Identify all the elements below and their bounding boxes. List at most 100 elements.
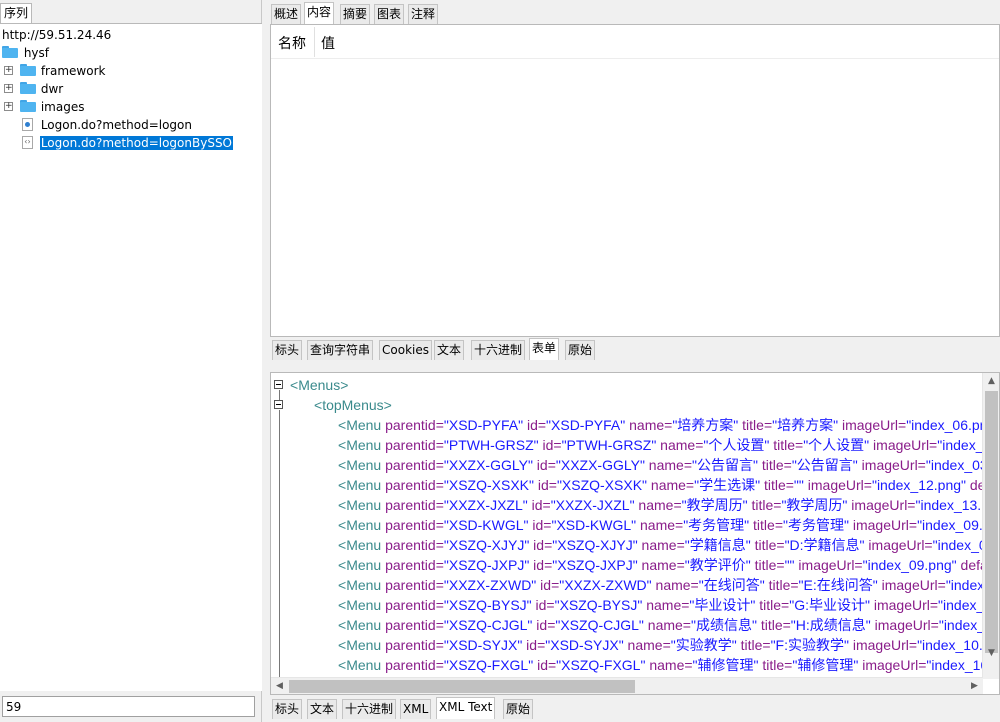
xml-attribute: parentid= [381, 577, 444, 593]
horizontal-scrollbar[interactable]: ◀ ▶ [271, 677, 983, 694]
xml-attribute: imageUrl= [877, 577, 946, 593]
xml-tag: Menu [346, 597, 382, 613]
xml-attribute: imageUrl= [857, 457, 926, 473]
xml-attribute: id= [523, 417, 547, 433]
xml-attribute: imageUrl= [864, 537, 933, 553]
xml-attribute: name= [642, 597, 690, 613]
xml-attribute-value: "在线问答" [698, 577, 765, 593]
xml-attribute: parentid= [381, 477, 444, 493]
xml-attribute-value: "index_13.pn [915, 497, 984, 513]
response-panel: <Menus> <topMenus> <Menu parentid="XSD-P… [270, 372, 1000, 695]
scroll-down-icon[interactable]: ▼ [983, 645, 1000, 662]
xml-attribute-value: "XXZX-GGLY" [443, 457, 533, 473]
host-label: http://59.51.24.46 [2, 28, 112, 42]
tab-request-form[interactable]: 表单 [529, 338, 560, 360]
xml-attribute: name= [625, 417, 673, 433]
xml-attribute-value: "" [793, 477, 804, 493]
xml-attribute: name= [623, 637, 671, 653]
tab-overview[interactable]: 概述 [271, 4, 302, 24]
xml-attribute: imageUrl= [869, 437, 938, 453]
expand-icon[interactable]: + [4, 102, 13, 111]
tab-request-text[interactable]: 文本 [434, 340, 465, 360]
tree-file-logon[interactable]: Logon.do?method=logon [22, 116, 192, 134]
xml-attribute: name= [634, 497, 682, 513]
file-label-selected: Logon.do?method=logonBySSO [38, 135, 235, 151]
xml-attribute: name= [636, 517, 684, 533]
vertical-scroll-thumb[interactable] [985, 391, 998, 653]
tab-response-raw[interactable]: 原始 [503, 699, 534, 719]
collapse-icon[interactable] [274, 380, 283, 389]
tab-notes[interactable]: 注释 [408, 4, 439, 24]
collapse-icon[interactable] [274, 400, 283, 409]
xml-attribute-value: "XSD-PYFA" [443, 417, 524, 433]
expand-icon[interactable]: + [4, 84, 13, 93]
tab-chart[interactable]: 图表 [374, 4, 405, 24]
session-pane: 序列 http://59.51.24.46 hysf + framework + [0, 0, 262, 722]
tree-folder-dwr[interactable]: + dwr [0, 80, 200, 98]
tab-query-string[interactable]: 查询字符串 [307, 340, 374, 360]
folder-icon [20, 64, 36, 76]
xml-attribute: parentid= [381, 557, 444, 573]
tab-request-hex[interactable]: 十六进制 [471, 340, 526, 360]
tab-response-xml-text[interactable]: XML Text [436, 697, 496, 719]
xml-attribute-value: "学籍信息" [684, 537, 751, 553]
scroll-up-icon[interactable]: ▲ [983, 373, 1000, 390]
tab-response-hex[interactable]: 十六进制 [342, 699, 397, 719]
vertical-scrollbar[interactable]: ▲ ▼ [982, 373, 999, 679]
xml-text-view[interactable]: <Menus> <topMenus> <Menu parentid="XSD-P… [271, 373, 983, 679]
xml-attribute-value: "培养方案" [772, 417, 839, 433]
column-header-value[interactable]: 值 [321, 33, 335, 53]
tree-folder-images[interactable]: + images [0, 98, 200, 116]
xml-attribute: parentid= [381, 657, 444, 673]
tab-summary[interactable]: 摘要 [340, 4, 371, 24]
xml-attribute-value: "H:成绩信息" [790, 617, 871, 633]
xml-attribute-value: "考务管理" [783, 517, 849, 533]
tree-host[interactable]: http://59.51.24.46 [2, 26, 111, 44]
folder-label: hysf [23, 46, 50, 60]
xml-attribute-value: "PTWH-GRSZ" [561, 437, 657, 453]
tab-response-headers[interactable]: 标头 [272, 699, 303, 719]
xml-attribute: defau [960, 557, 983, 573]
xml-attribute-value: "index_09.p [917, 517, 983, 533]
xml-tag: Menu [346, 577, 382, 593]
xml-attribute-value: "实验教学" [670, 637, 737, 653]
tab-contents[interactable]: 内容 [304, 2, 335, 24]
xml-attribute: id= [527, 497, 551, 513]
xml-attribute-value: "培养方案" [672, 417, 739, 433]
tab-sequence[interactable]: 序列 [0, 3, 33, 23]
scroll-left-icon[interactable]: ◀ [271, 678, 288, 695]
xml-attribute: id= [532, 617, 556, 633]
xml-attribute: parentid= [381, 457, 444, 473]
xml-attribute: imageUrl= [794, 557, 863, 573]
column-header-name[interactable]: 名称 [278, 33, 306, 53]
xml-attribute: parentid= [381, 617, 444, 633]
xml-attribute-value: "index_03 [925, 457, 983, 473]
tab-response-text[interactable]: 文本 [307, 699, 338, 719]
xml-attribute: parentid= [381, 537, 444, 553]
tree-folder-hysf[interactable]: hysf [2, 44, 49, 62]
xml-attribute: name= [651, 577, 699, 593]
xml-attribute: title= [758, 657, 793, 673]
xml-tag: Menu [346, 657, 382, 673]
horizontal-scroll-thumb[interactable] [289, 680, 635, 693]
xml-attribute-value: "XXZX-ZXWD" [559, 577, 652, 593]
request-tabbar: 标头 查询字符串 Cookies 文本 十六进制 表单 原始 [269, 338, 1000, 360]
xml-attribute: title= [764, 577, 799, 593]
scroll-right-icon[interactable]: ▶ [966, 678, 983, 695]
tab-request-headers[interactable]: 标头 [272, 340, 303, 360]
xml-attribute-value: "XXZX-GGLY" [555, 457, 645, 473]
filter-input[interactable] [2, 696, 255, 717]
xml-attribute-value: "XSZQ-BYSJ" [443, 597, 532, 613]
xml-attribute: id= [532, 457, 556, 473]
column-divider[interactable] [314, 27, 315, 57]
tab-request-raw[interactable]: 原始 [565, 340, 596, 360]
tree-file-logon-sso[interactable]: Logon.do?method=logonBySSO [22, 134, 235, 152]
xml-attribute-value: "D:学籍信息" [784, 537, 865, 553]
expand-icon[interactable]: + [4, 66, 13, 75]
xml-tag: Menu [346, 517, 382, 533]
tree-folder-framework[interactable]: + framework [0, 62, 200, 80]
tab-response-xml[interactable]: XML [400, 699, 432, 719]
xml-attribute-value: "index_1 [938, 617, 983, 633]
tab-request-cookies[interactable]: Cookies [379, 340, 432, 360]
xml-attribute: title= [769, 437, 804, 453]
